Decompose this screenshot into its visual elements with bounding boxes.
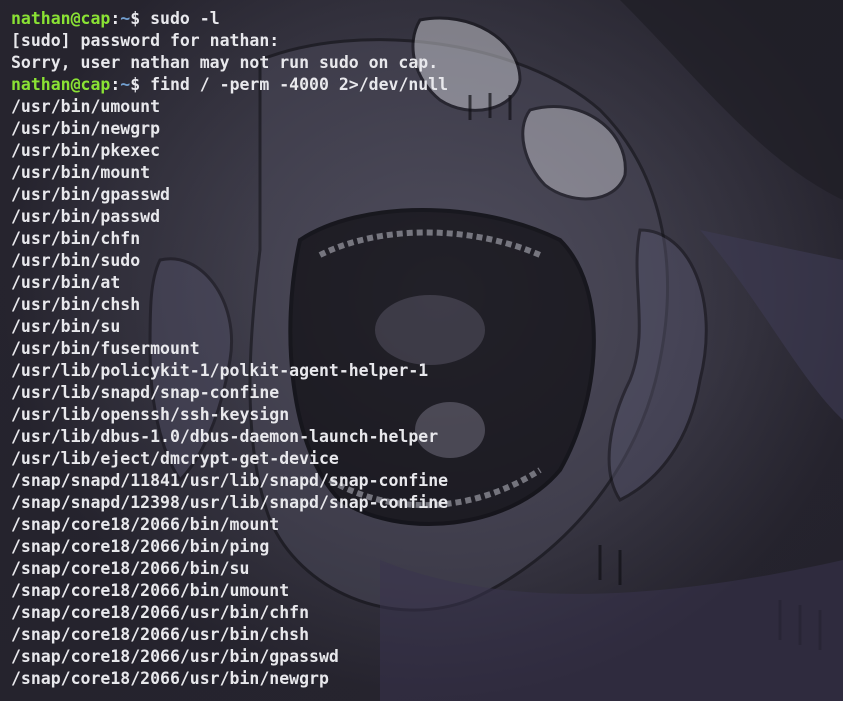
- result-path-line: /snap/core18/2066/usr/bin/gpasswd: [11, 647, 339, 666]
- result-path-line: /usr/bin/mount: [11, 163, 151, 182]
- prompt-user-host: nathan@cap: [11, 9, 111, 28]
- sudo-denied-line: Sorry, user nathan may not run sudo on c…: [11, 53, 439, 72]
- password-prompt-line: [sudo] password for nathan:: [11, 31, 280, 50]
- result-path-line: /snap/core18/2066/bin/ping: [11, 537, 270, 556]
- prompt-user-host: nathan@cap: [11, 75, 111, 94]
- find-results-list: /usr/bin/umount/usr/bin/newgrp/usr/bin/p…: [11, 96, 836, 690]
- terminal-window[interactable]: nathan@cap:~$ sudo -l [sudo] password for…: [0, 0, 843, 701]
- prompt-sign: $: [130, 75, 151, 94]
- terminal-output[interactable]: nathan@cap:~$ sudo -l [sudo] password for…: [11, 8, 836, 690]
- result-path-line: /usr/bin/umount: [11, 97, 161, 116]
- result-path-line: /snap/core18/2066/bin/umount: [11, 581, 290, 600]
- command-line-sudo: nathan@cap:~$ sudo -l: [11, 8, 836, 30]
- result-path-line: /usr/bin/newgrp: [11, 119, 161, 138]
- prompt-sign: $: [130, 9, 151, 28]
- prompt-separator: :: [110, 9, 121, 28]
- result-path-line: /usr/bin/chsh: [11, 295, 141, 314]
- result-path-line: /usr/bin/passwd: [11, 207, 161, 226]
- result-path-line: /snap/core18/2066/bin/su: [11, 559, 250, 578]
- result-path-line: /usr/lib/openssh/ssh-keysign: [11, 405, 290, 424]
- prompt-directory: ~: [120, 9, 131, 28]
- result-path-line: /snap/core18/2066/usr/bin/newgrp: [11, 669, 329, 688]
- result-path-line: /snap/core18/2066/usr/bin/chsh: [11, 625, 310, 644]
- result-path-line: /usr/bin/chfn: [11, 229, 141, 248]
- result-path-line: /usr/bin/gpasswd: [11, 185, 170, 204]
- result-path-line: /usr/lib/snapd/snap-confine: [11, 383, 280, 402]
- result-path-line: /snap/snapd/11841/usr/lib/snapd/snap-con…: [11, 471, 449, 490]
- result-path-line: /usr/bin/at: [11, 273, 121, 292]
- result-path-line: /usr/bin/fusermount: [11, 339, 200, 358]
- result-path-line: /snap/snapd/12398/usr/lib/snapd/snap-con…: [11, 493, 449, 512]
- command-text: sudo -l: [150, 9, 220, 28]
- prompt-directory: ~: [120, 75, 131, 94]
- command-line-find[interactable]: nathan@cap:~$ find / -perm -4000 2>/dev/…: [11, 74, 836, 96]
- result-path-line: /usr/lib/dbus-1.0/dbus-daemon-launch-hel…: [11, 427, 439, 446]
- result-path-line: /usr/lib/policykit-1/polkit-agent-helper…: [11, 361, 429, 380]
- prompt-separator: :: [110, 75, 121, 94]
- result-path-line: /usr/bin/pkexec: [11, 141, 161, 160]
- result-path-line: /snap/core18/2066/bin/mount: [11, 515, 280, 534]
- result-path-line: /usr/bin/su: [11, 317, 121, 336]
- result-path-line: /usr/lib/eject/dmcrypt-get-device: [11, 449, 339, 468]
- result-path-line: /usr/bin/sudo: [11, 251, 141, 270]
- result-path-line: /snap/core18/2066/usr/bin/chfn: [11, 603, 310, 622]
- command-text: find / -perm -4000 2>/dev/null: [150, 75, 449, 94]
